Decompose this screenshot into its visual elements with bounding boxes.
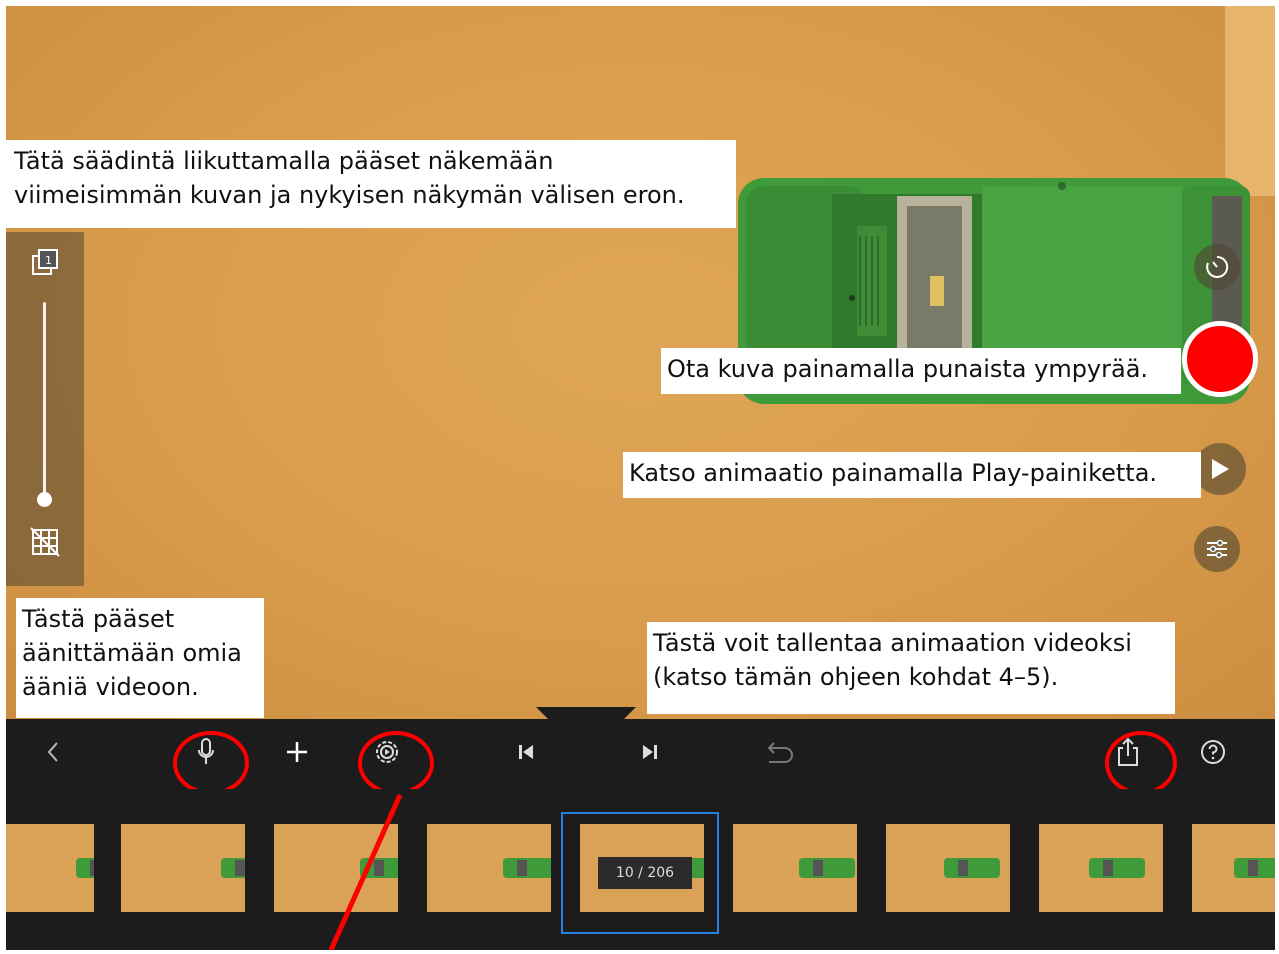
annotation-arrow-line	[328, 793, 403, 950]
app-window: 1 Tätä säädintä liikuttamalla pääset näk…	[6, 6, 1275, 950]
